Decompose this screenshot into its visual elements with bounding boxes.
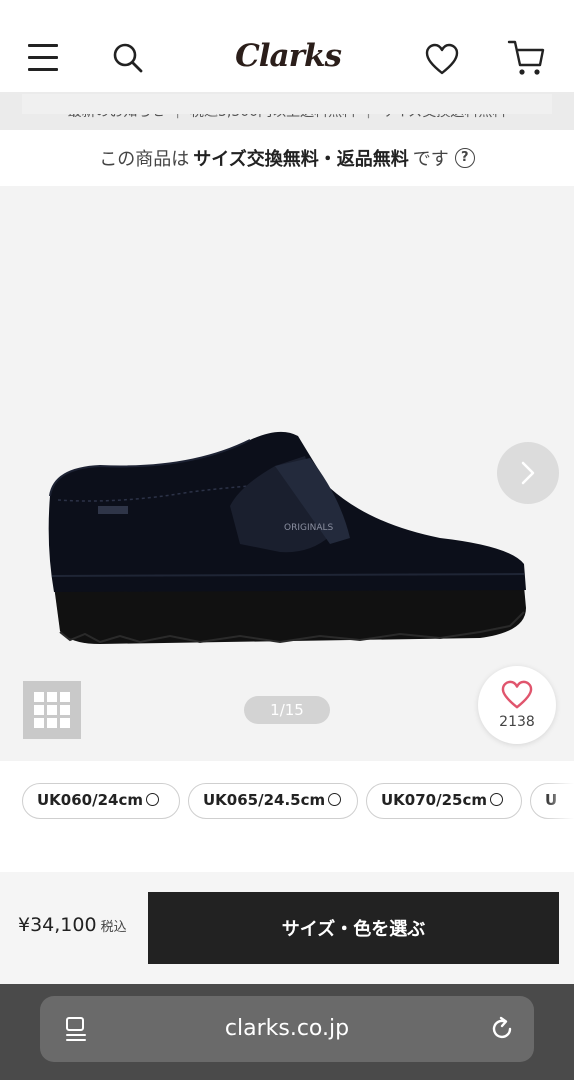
free-returns-prefix: この商品は	[99, 149, 190, 170]
grid-view-button[interactable]	[23, 681, 81, 739]
size-chip[interactable]: UK070/25cm	[366, 783, 522, 819]
size-label: UK060/24cm	[37, 791, 143, 809]
chevron-right-icon	[521, 461, 535, 485]
size-label: UK070/25cm	[381, 791, 487, 809]
like-count: 2138	[499, 714, 535, 730]
product-image: ORIGINALS	[48, 431, 527, 644]
content-peek	[22, 94, 552, 114]
clarks-logo[interactable]: Clarks	[234, 36, 342, 76]
free-returns-emphasis: サイズ交換無料・返品無料	[193, 149, 409, 170]
available-icon	[146, 793, 159, 806]
free-returns-suffix: です	[412, 149, 449, 170]
size-chip[interactable]: UK060/24cm	[22, 783, 180, 819]
heart-icon	[501, 680, 533, 709]
price: ¥34,100 税込	[18, 914, 127, 936]
url-text: clarks.co.jp	[224, 1016, 350, 1041]
search-icon[interactable]	[110, 40, 146, 76]
menu-icon[interactable]	[28, 44, 58, 72]
next-image-button[interactable]	[497, 442, 559, 504]
reload-icon[interactable]	[488, 1015, 516, 1043]
svg-text:ORIGINALS: ORIGINALS	[284, 523, 334, 533]
size-selector: UK060/24cm UK065/24.5cm UK070/25cm U	[0, 761, 574, 855]
grid-icon	[34, 692, 70, 728]
product-gallery[interactable]: ORIGINALS 1/15 2138	[0, 186, 574, 761]
site-header: Clarks	[0, 0, 574, 92]
browser-toolbar: clarks.co.jp	[0, 984, 574, 1080]
cart-icon[interactable]	[506, 38, 546, 78]
scroll-fade	[544, 761, 574, 855]
address-bar[interactable]: clarks.co.jp	[40, 996, 534, 1062]
image-counter: 1/15	[244, 696, 330, 724]
available-icon	[490, 793, 503, 806]
size-label: UK065/24.5cm	[203, 791, 326, 809]
heart-icon[interactable]	[424, 42, 460, 76]
tax-label: 税込	[100, 920, 127, 935]
size-chip[interactable]: UK065/24.5cm	[188, 783, 358, 819]
price-value: ¥34,100	[18, 914, 97, 936]
available-icon	[328, 793, 342, 806]
free-returns-notice: この商品は サイズ交換無料・返品無料 です ?	[0, 130, 574, 186]
purchase-bar: ¥34,100 税込 サイズ・色を選ぶ	[0, 872, 574, 984]
select-size-color-button[interactable]: サイズ・色を選ぶ	[148, 892, 559, 964]
help-icon[interactable]: ?	[454, 148, 475, 168]
like-button[interactable]: 2138	[478, 666, 556, 744]
